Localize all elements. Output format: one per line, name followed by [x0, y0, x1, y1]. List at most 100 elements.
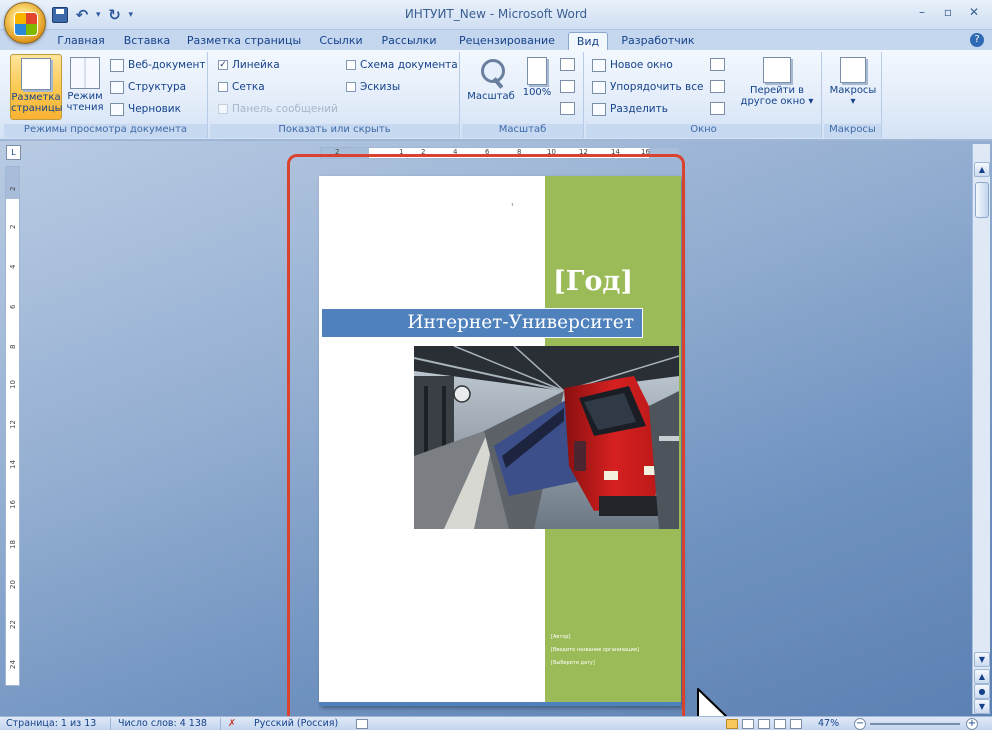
- outline-view-icon[interactable]: [774, 719, 786, 729]
- full-screen-reading-button[interactable]: Режим чтения: [64, 54, 106, 120]
- zoom-slider[interactable]: [870, 723, 960, 725]
- close-button[interactable]: ✕: [962, 3, 986, 21]
- draft-view-icon[interactable]: [790, 719, 802, 729]
- status-bar: Страница: 1 из 13 Число слов: 4 138 ✗ Ру…: [0, 716, 992, 730]
- ruler-checkbox[interactable]: ✓ Линейка: [218, 56, 280, 74]
- ruler-tick: 6: [9, 304, 17, 309]
- group-macros: Макросы ▾ Макросы: [824, 52, 882, 138]
- reset-window-position-icon[interactable]: [710, 102, 725, 115]
- group-document-views: Разметка страницы Режим чтения Веб-докум…: [4, 52, 208, 138]
- vertical-scrollbar[interactable]: ▲ ▼ ▲ ● ▼: [972, 144, 990, 714]
- print-layout-view-icon[interactable]: [726, 719, 738, 729]
- macros-dropdown-icon: ▾: [850, 96, 856, 107]
- ruler-label: Линейка: [232, 59, 280, 71]
- thumbnails-box-icon: [346, 82, 356, 92]
- tab-selector[interactable]: L: [6, 145, 21, 160]
- ruler-tick: 20: [9, 580, 17, 589]
- zoom-in-button[interactable]: +: [966, 718, 978, 730]
- split-button[interactable]: Разделить: [592, 100, 668, 118]
- view-side-by-side-icon[interactable]: [710, 58, 725, 71]
- switch-windows-label-2: другое окно ▾: [740, 96, 814, 107]
- one-hundred-percent-icon: [527, 57, 547, 85]
- previous-page-button[interactable]: ▲: [974, 669, 990, 684]
- message-bar-checkbox: Панель сообщений: [218, 100, 338, 118]
- ruler-tick: 18: [9, 540, 17, 549]
- zoom-button-label: Масштаб: [467, 91, 515, 102]
- restore-button[interactable]: ▫: [936, 3, 960, 21]
- ruler-tick: 4: [9, 264, 17, 269]
- page-count[interactable]: Страница: 1 из 13: [6, 718, 96, 729]
- draft-button[interactable]: Черновик: [110, 100, 181, 118]
- select-browse-object-button[interactable]: ●: [974, 684, 990, 699]
- group-label-macros: Макросы: [824, 124, 881, 138]
- reading-label-2: чтения: [66, 102, 104, 113]
- zoom-level[interactable]: 47%: [818, 718, 839, 729]
- web-view-icon[interactable]: [758, 719, 770, 729]
- ruler-tick: 24: [9, 660, 17, 669]
- office-button[interactable]: [4, 2, 46, 44]
- tab-page-layout[interactable]: Разметка страницы: [185, 32, 303, 50]
- tab-mailings[interactable]: Рассылки: [374, 32, 444, 50]
- switch-windows-icon: [763, 57, 791, 83]
- tab-references[interactable]: Ссылки: [312, 32, 370, 50]
- synchronous-scrolling-icon[interactable]: [710, 80, 725, 93]
- group-label-show-hide: Показать или скрыть: [210, 124, 459, 138]
- web-layout-icon: [110, 58, 124, 72]
- new-window-button[interactable]: Новое окно: [592, 56, 673, 74]
- ribbon: Разметка страницы Режим чтения Веб-докум…: [0, 50, 992, 140]
- macro-recording-icon[interactable]: [356, 719, 368, 729]
- tab-view[interactable]: Вид: [568, 32, 608, 50]
- help-icon[interactable]: ?: [970, 33, 984, 47]
- page-width-icon[interactable]: [560, 102, 575, 115]
- macros-icon: [840, 57, 866, 83]
- tab-home[interactable]: Главная: [50, 32, 112, 50]
- split-label: Разделить: [610, 103, 668, 115]
- arrange-all-button[interactable]: Упорядочить все: [592, 78, 703, 96]
- minimize-button[interactable]: –: [910, 3, 934, 21]
- zoom-100-label: 100%: [522, 87, 552, 98]
- thumbnails-checkbox[interactable]: Эскизы: [346, 78, 400, 96]
- message-bar-box-icon: [218, 104, 228, 114]
- ruler-top-margin: [6, 167, 19, 199]
- group-window: Новое окно Упорядочить все Разделить Пер…: [586, 52, 822, 138]
- gridlines-checkbox[interactable]: Сетка: [218, 78, 265, 96]
- one-page-icon[interactable]: [560, 58, 575, 71]
- reading-label-1: Режим: [67, 91, 103, 102]
- highlight-frame: [287, 154, 685, 730]
- outline-button[interactable]: Структура: [110, 78, 186, 96]
- zoom-button[interactable]: Масштаб: [466, 54, 516, 114]
- gridlines-label: Сетка: [232, 81, 265, 93]
- new-window-label: Новое окно: [610, 59, 673, 71]
- ribbon-tabs: Главная Вставка Разметка страницы Ссылки…: [0, 30, 992, 50]
- status-divider: [110, 718, 111, 730]
- document-workspace[interactable]: L 2 1 2 4 6 8 10 12 14 16 2 2 4 6 8 10 1…: [0, 141, 992, 730]
- language-indicator[interactable]: Русский (Россия): [254, 718, 338, 729]
- group-label-window: Окно: [586, 124, 821, 138]
- tab-developer[interactable]: Разработчик: [614, 32, 702, 50]
- status-divider: [220, 718, 221, 730]
- zoom-out-button[interactable]: −: [854, 718, 866, 730]
- reading-view-icon[interactable]: [742, 719, 754, 729]
- web-layout-button[interactable]: Веб-документ: [110, 56, 206, 74]
- title-bar: ↶ ▾ ↻ ▾ ИНТУИТ_New - Microsoft Word – ▫ …: [0, 0, 992, 30]
- proofing-icon[interactable]: ✗: [228, 718, 236, 729]
- tab-insert[interactable]: Вставка: [116, 32, 178, 50]
- reading-mode-icon: [70, 57, 100, 89]
- tab-review[interactable]: Рецензирование: [456, 32, 558, 50]
- web-layout-label: Веб-документ: [128, 59, 206, 71]
- macros-button[interactable]: Макросы ▾: [827, 54, 879, 120]
- switch-windows-button[interactable]: Перейти в другое окно ▾: [736, 54, 818, 120]
- two-pages-icon[interactable]: [560, 80, 575, 93]
- print-layout-label-2: страницы: [11, 103, 63, 114]
- next-page-button[interactable]: ▼: [974, 699, 990, 714]
- scroll-thumb[interactable]: [975, 182, 989, 218]
- ruler-tick: 10: [9, 380, 17, 389]
- document-map-checkbox[interactable]: Схема документа: [346, 56, 458, 74]
- vertical-ruler[interactable]: 2 2 4 6 8 10 12 14 16 18 20 22 24: [5, 166, 20, 686]
- scroll-down-button[interactable]: ▼: [974, 652, 990, 667]
- word-count[interactable]: Число слов: 4 138: [118, 718, 207, 729]
- zoom-100-button[interactable]: 100%: [520, 54, 554, 114]
- scroll-up-button[interactable]: ▲: [974, 162, 990, 177]
- print-layout-button[interactable]: Разметка страницы: [10, 54, 63, 120]
- draft-label: Черновик: [128, 103, 181, 115]
